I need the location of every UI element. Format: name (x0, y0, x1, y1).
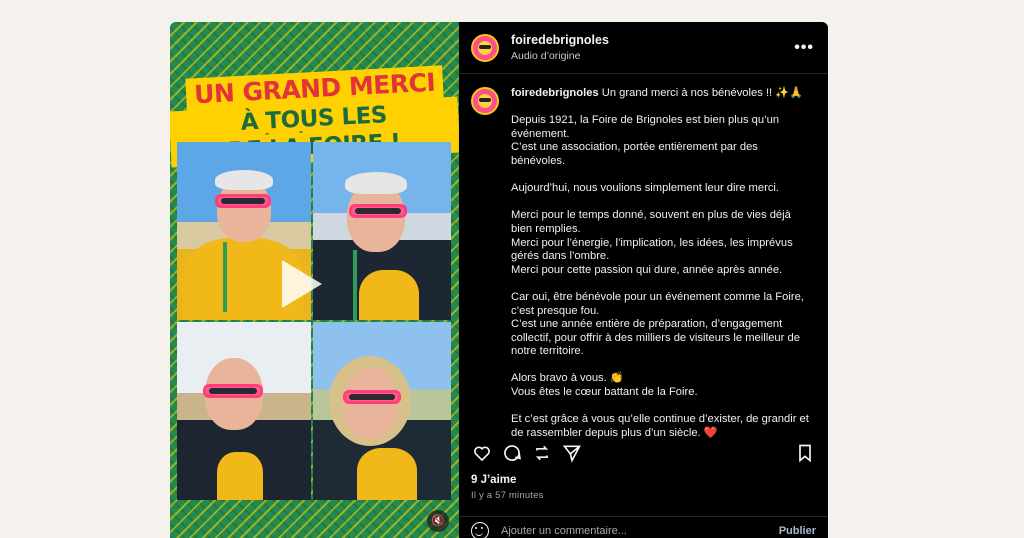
bookmark-icon[interactable] (794, 442, 816, 464)
volunteer-photo-4 (313, 322, 451, 500)
likes-count[interactable]: 9 J’aime (471, 474, 516, 486)
volunteer-photo-2 (313, 142, 451, 320)
instagram-post: UN GRAND MERCI À TOUS LES BÉNÉVOLES DE L… (170, 22, 828, 538)
caption-username[interactable]: foiredebrignoles (511, 87, 599, 99)
username-link[interactable]: foiredebrignoles (511, 33, 794, 47)
post-header: foiredebrignoles Audio d’origine ••• (459, 22, 828, 74)
more-options-icon[interactable]: ••• (794, 39, 814, 57)
comment-bubble-icon[interactable] (501, 442, 523, 464)
caption-paragraph: Depuis 1921, la Foire de Brignoles est b… (511, 114, 780, 167)
audio-link[interactable]: Audio d’origine (511, 50, 794, 62)
caption: foiredebrignoles Un grand merci à nos bé… (459, 74, 828, 450)
comment-bar: Ajouter un commentaire... Publier (459, 516, 828, 538)
caption-paragraph: Et c’est grâce à vous qu’elle continue d… (511, 413, 809, 439)
publish-button[interactable]: Publier (779, 525, 816, 537)
repost-icon[interactable] (531, 442, 553, 464)
caption-paragraph: Aujourd’hui, nous voulions simplement le… (511, 182, 780, 195)
caption-avatar[interactable] (471, 87, 499, 115)
action-bar (459, 440, 828, 466)
volunteer-photo-3 (177, 322, 311, 500)
post-side-panel: foiredebrignoles Audio d’origine ••• foi… (459, 22, 828, 538)
post-timestamp: Il y a 57 minutes (471, 490, 544, 501)
caption-paragraph: Merci pour le temps donné, souvent en pl… (511, 209, 793, 276)
caption-lead: foiredebrignoles Un grand merci à nos bé… (511, 87, 804, 99)
avatar[interactable] (471, 33, 499, 62)
caption-paragraph: Car oui, être bénévole pour un événement… (511, 290, 804, 358)
speaker-muted-icon[interactable]: 🔇 (427, 510, 449, 532)
like-heart-icon[interactable] (471, 442, 493, 464)
share-send-icon[interactable] (561, 442, 583, 464)
caption-paragraph: Alors bravo à vous. 👏 Vous êtes le cœur … (511, 372, 698, 399)
play-icon[interactable] (282, 260, 322, 308)
emoji-picker-icon[interactable] (471, 521, 489, 538)
comment-input[interactable]: Ajouter un commentaire... (501, 525, 779, 537)
post-media-video[interactable]: UN GRAND MERCI À TOUS LES BÉNÉVOLES DE L… (170, 22, 459, 538)
